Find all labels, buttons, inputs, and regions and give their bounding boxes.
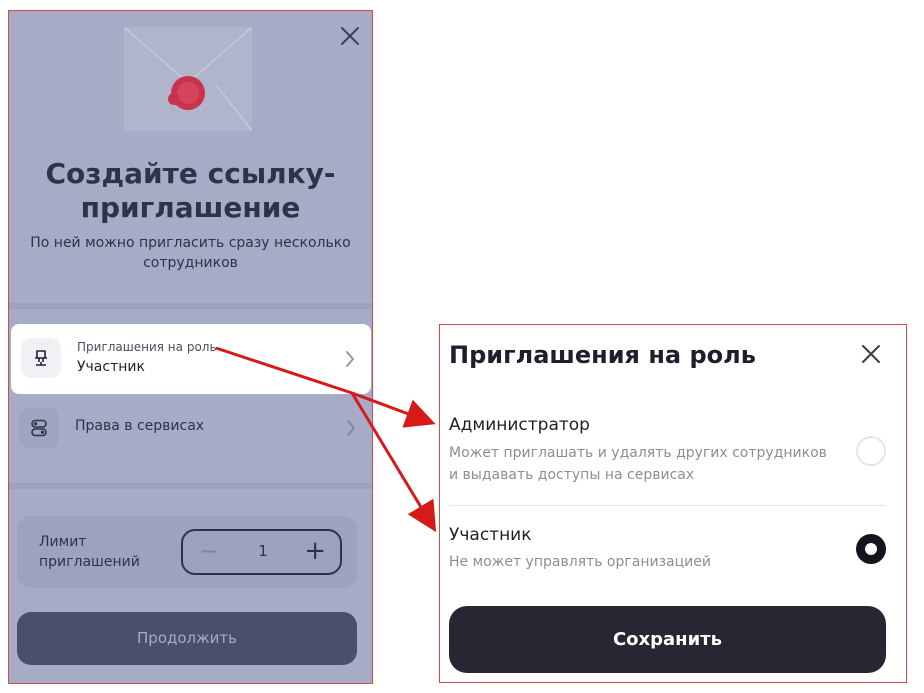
- option-member-name[interactable]: Участник: [449, 525, 532, 545]
- envelope-illustration: [124, 27, 252, 131]
- divider: [9, 483, 372, 489]
- option-member-description: Не может управлять организацией: [449, 554, 711, 570]
- invite-limit-value: 1: [258, 542, 268, 560]
- role-row[interactable]: Приглашения на роль Участник: [11, 324, 371, 394]
- services-row[interactable]: Права в сервисах: [9, 394, 372, 464]
- role-row-caption: Приглашения на роль: [77, 340, 217, 354]
- close-icon[interactable]: [339, 25, 361, 47]
- page-subtitle: По ней можно пригласить сразу несколько …: [30, 235, 351, 271]
- role-dialog: Приглашения на роль Администратор Может …: [439, 324, 907, 683]
- option-member-radio[interactable]: [856, 534, 886, 564]
- option-admin-name[interactable]: Администратор: [449, 415, 590, 435]
- divider: [449, 505, 886, 506]
- toggle-icon: [19, 408, 59, 448]
- invite-limit-card: Лимит приглашений − 1 +: [17, 516, 357, 588]
- role-row-value: Участник: [77, 359, 145, 375]
- invite-limit-label: Лимит приглашений: [39, 534, 140, 570]
- chair-icon: [21, 338, 61, 378]
- invite-link-screen: Создайте ссылку-приглашение По ней можно…: [8, 10, 373, 684]
- page-title: Создайте ссылку-приглашение: [45, 157, 336, 224]
- close-icon[interactable]: [860, 343, 882, 365]
- decrement-button[interactable]: −: [199, 537, 219, 565]
- option-admin-radio[interactable]: [856, 436, 886, 466]
- option-admin-description: Может приглашать и удалять других сотруд…: [449, 445, 827, 483]
- increment-button[interactable]: +: [304, 536, 326, 566]
- chevron-right-icon: [346, 419, 356, 441]
- save-button[interactable]: Сохранить: [449, 606, 886, 673]
- dialog-title: Приглашения на роль: [449, 341, 756, 369]
- divider: [9, 303, 372, 309]
- continue-button[interactable]: Продолжить: [17, 612, 357, 665]
- invite-limit-stepper: − 1 +: [181, 529, 342, 575]
- services-row-label: Права в сервисах: [75, 418, 205, 434]
- chevron-right-icon: [345, 350, 355, 372]
